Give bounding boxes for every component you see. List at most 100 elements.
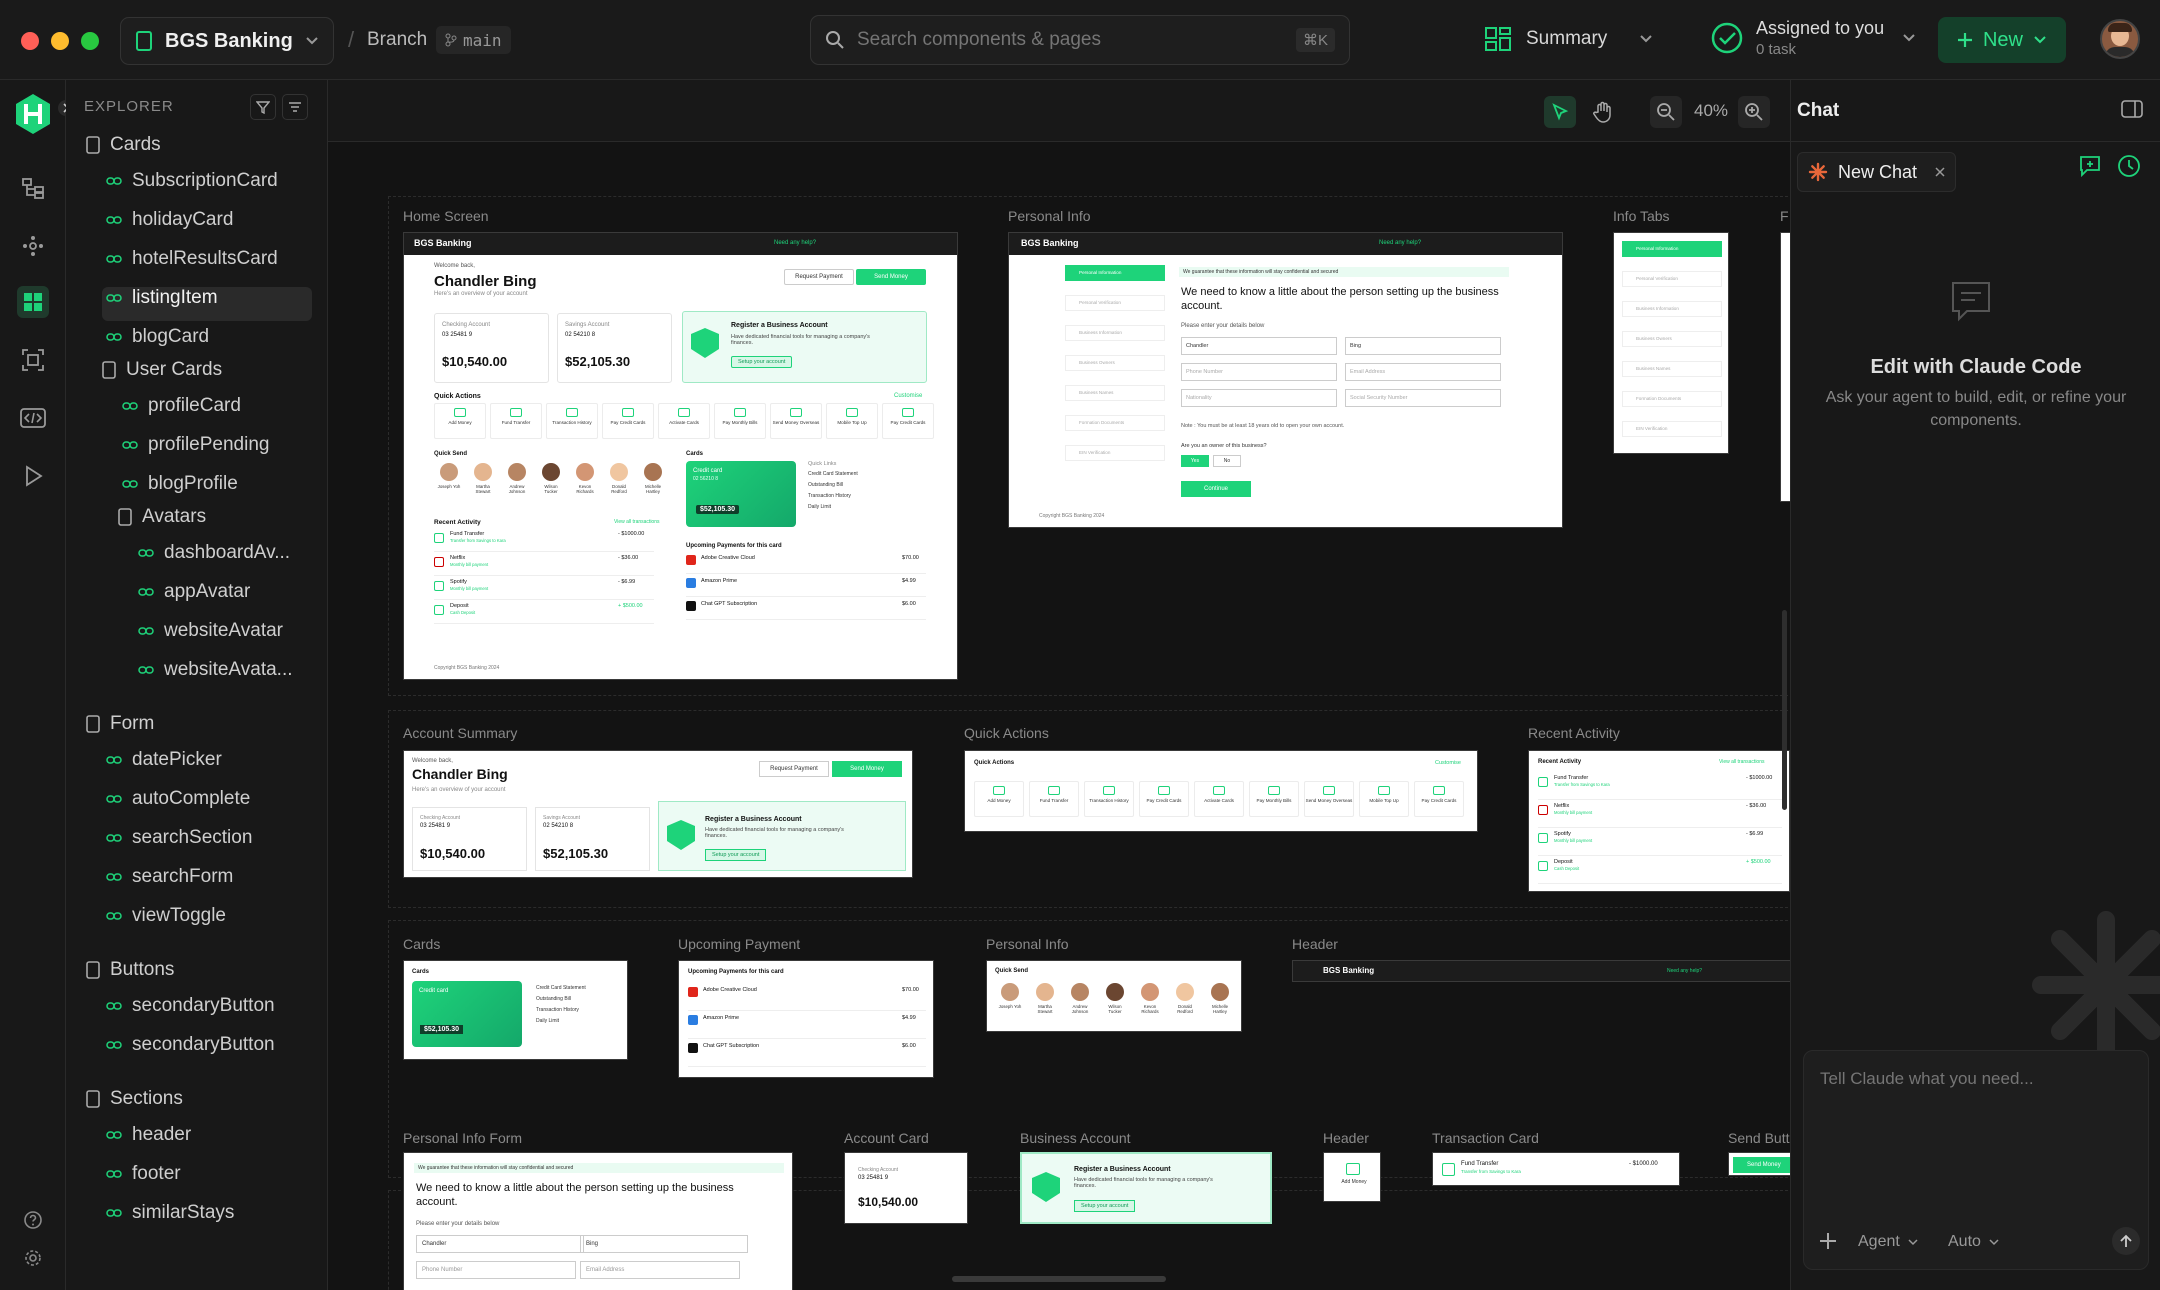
tree-item[interactable]: profileCard [122,395,241,417]
horizontal-scrollbar[interactable] [952,1276,1166,1282]
nodes-icon[interactable] [17,230,49,262]
tree-folder[interactable]: User Cards [102,359,222,381]
personal-info-frame[interactable]: BGS Banking Need any help? Personal Info… [1008,232,1563,528]
chat-input-box[interactable]: Agent Auto [1803,1050,2149,1270]
tree-folder[interactable]: Buttons [86,959,174,981]
attach-button[interactable] [1818,1231,1838,1251]
tree-folder[interactable]: Avatars [118,506,206,528]
transaction-card-frame[interactable]: Fund Transfer Transfer from Savings to K… [1432,1152,1680,1186]
agent-selector[interactable]: Agent [1858,1233,1918,1251]
filter-button[interactable] [250,94,276,120]
header-frame[interactable]: BGS Banking Need any help? [1292,960,1790,982]
tree-item-label: appAvatar [164,581,251,602]
tree-item[interactable]: SubscriptionCard [106,170,278,192]
select-tool-button[interactable] [1544,96,1576,128]
minimize-window-button[interactable] [51,32,69,50]
search-bar[interactable]: ⌘K [810,15,1350,65]
account-card-frame[interactable]: Checking Account 03 25481 9 $10,540.00 [844,1152,968,1224]
tree-folder[interactable]: Form [86,713,154,735]
tree-item[interactable]: appAvatar [138,581,250,603]
tree-item[interactable]: similarStays [106,1202,234,1224]
quick-actions-frame[interactable]: Quick Actions Customise Add Money Fund Tr… [964,750,1478,832]
git-branch-icon [445,33,457,47]
new-chat-button[interactable] [2078,154,2106,182]
tree-item-label: dashboardAv... [164,542,291,563]
tree-item[interactable]: footer [106,1163,181,1185]
tree-item[interactable]: blogCard [106,326,209,348]
tree-item[interactable]: header [106,1124,191,1146]
tree-item[interactable]: profilePending [122,434,269,456]
search-input[interactable] [857,29,1284,51]
model-selector[interactable]: Auto [1948,1233,1999,1251]
header-2-frame[interactable]: Add Money [1323,1152,1381,1202]
help-icon[interactable] [17,1204,49,1236]
new-button[interactable]: New [1938,17,2066,63]
play-icon[interactable] [17,460,49,492]
tx-sub: Transfer from Savings to Kara [1554,782,1610,787]
chat-tab-new[interactable]: New Chat [1797,152,1957,192]
hierarchy-icon[interactable] [17,172,49,204]
project-switcher[interactable]: BGS Banking [120,17,334,65]
personal-info-small-frame[interactable]: Quick Send Joseph Yoh Martha Stewart Andre… [986,960,1242,1032]
tree-item[interactable]: websiteAvata... [138,659,293,681]
tree-item[interactable]: datePicker [106,749,222,771]
account-summary-frame[interactable]: Welcome back, Chandler Bing Here's an ov… [403,750,913,878]
tree-item[interactable]: hotelResultsCard [106,248,278,270]
info-tabs-frame[interactable]: Personal Information Personal Verificatio… [1613,232,1729,454]
design-canvas[interactable]: 40% Home Screen Personal Info Info Tabs … [328,80,1790,1290]
maximize-window-button[interactable] [81,32,99,50]
recent-activity-frame[interactable]: Recent Activity View all transactions Fu… [1528,750,1790,892]
tree-item[interactable]: dashboardAv... [138,542,290,564]
tree-folder[interactable]: Sections [86,1088,183,1110]
close-window-button[interactable] [21,32,39,50]
tree-item[interactable]: websiteAvatar [138,620,283,642]
toggle-panel-button[interactable] [2121,100,2145,122]
chat-empty-icon [1949,280,1993,322]
vertical-scrollbar[interactable] [1782,610,1787,810]
tree-item[interactable]: blogProfile [122,473,238,495]
assigned-tasks[interactable]: Assigned to you 0 task [1710,18,1916,58]
link-icon [106,254,122,264]
zoom-out-button[interactable] [1650,96,1682,128]
frame-label-header-2: Header [1323,1130,1369,1146]
view-switcher[interactable]: Summary [1484,26,1653,52]
settings-gear-icon[interactable] [17,1242,49,1274]
branch-selector[interactable]: main [436,26,511,54]
tree-item[interactable]: listingItem [106,287,218,309]
form-field: Chandler [1181,337,1337,355]
history-button[interactable] [2117,154,2145,182]
close-icon[interactable] [1935,167,1945,177]
tree-item[interactable]: searchSection [106,827,252,849]
zoom-in-button[interactable] [1738,96,1770,128]
tree-item[interactable]: secondaryButton [106,995,275,1017]
mock-business-cta: Setup your account [705,849,767,861]
personal-info-form-frame[interactable]: We guarantee that these information will… [403,1152,793,1290]
tab-label: Personal Information [1636,246,1679,251]
sort-button[interactable] [282,94,308,120]
tree-item[interactable]: secondaryButton [106,1034,275,1056]
tree-folder[interactable]: Cards [86,134,161,156]
partial-frame[interactable] [1780,232,1790,502]
tree-item[interactable]: holidayCard [106,209,233,231]
send-button[interactable] [2112,1227,2140,1255]
business-account-frame[interactable]: Register a Business Account Have dedicat… [1020,1152,1272,1224]
components-icon[interactable] [17,286,49,318]
mock-action-icon [1268,786,1280,795]
chat-input[interactable] [1804,1051,2148,1201]
cards-frame[interactable]: Cards Credit card $52,105.30 Credit Card… [403,960,628,1060]
tree-item[interactable]: viewToggle [106,905,226,927]
user-avatar[interactable] [2100,19,2140,59]
upcoming-payment-frame[interactable]: Upcoming Payments for this card Adobe Cr… [678,960,934,1078]
tab-label: Business Information [1636,306,1679,311]
sort-icon [288,101,302,113]
upcoming-icon [688,1015,698,1025]
mock-checking-label: Checking Account [442,322,491,328]
tree-item[interactable]: searchForm [106,866,233,888]
frame-icon[interactable] [17,344,49,376]
hand-tool-button[interactable] [1587,96,1619,128]
code-icon[interactable] [17,402,49,434]
send-button-frame[interactable]: Send Money [1728,1152,1790,1176]
home-screen-frame[interactable]: BGS Banking Need any help? Welcome back,… [403,232,958,680]
tree-item[interactable]: autoComplete [106,788,250,810]
mock-request-payment: Request Payment [784,269,854,285]
